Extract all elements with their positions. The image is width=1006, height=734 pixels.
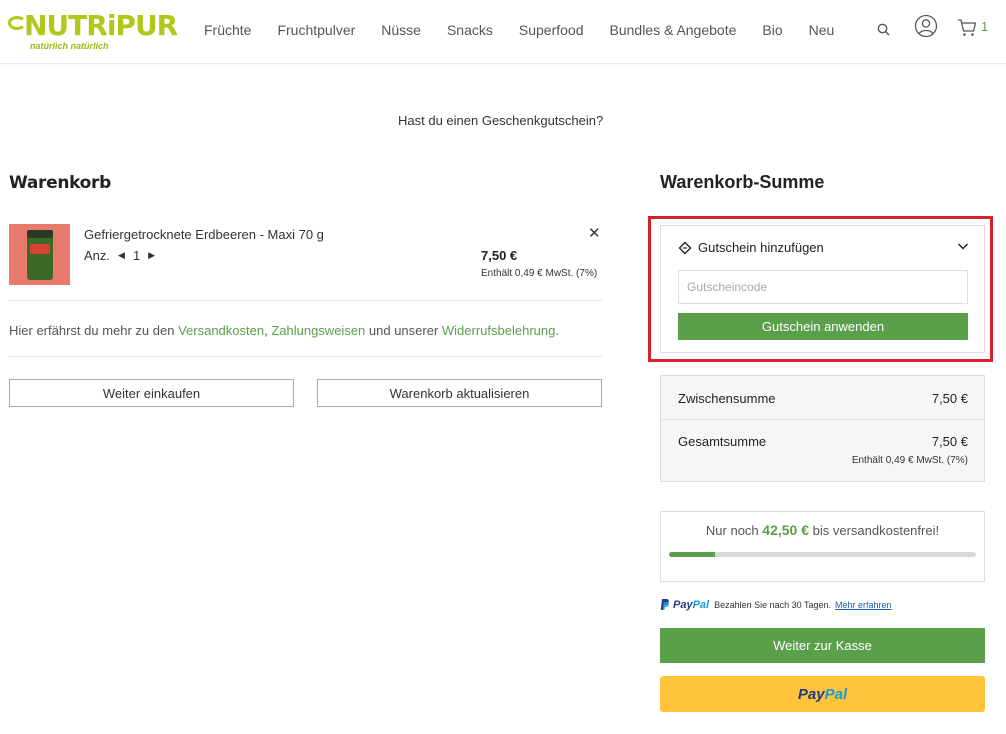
total-tax-note: Enthält 0,49 € MwSt. (7%): [851, 455, 968, 466]
divider: [9, 300, 602, 301]
paypal-button-pay: Pay: [797, 685, 825, 703]
chevron-down-icon[interactable]: [957, 241, 969, 251]
free-shipping-text: Nur noch 42,50 € bis versandkostenfrei!: [660, 522, 985, 538]
nav-item-fruchtpulver[interactable]: Fruchtpulver: [277, 22, 355, 38]
product-image[interactable]: [9, 224, 70, 285]
coupon-header-label: Gutschein hinzufügen: [698, 240, 824, 255]
item-tax-note: Enthält 0,49 € MwSt. (7%): [481, 268, 598, 279]
paypal-more-info-link[interactable]: Mehr erfahren: [835, 600, 892, 610]
summary-title: Warenkorb-Summe: [660, 172, 825, 192]
logo-wordmark: NUTRiPUR: [24, 9, 178, 42]
paypal-p-icon: [660, 599, 669, 610]
qty-value[interactable]: 1: [133, 248, 140, 263]
nav-item-snacks[interactable]: Snacks: [447, 22, 493, 38]
item-price: 7,50 €: [481, 248, 518, 263]
paypal-pay-text: Pay: [673, 598, 693, 611]
free-shipping-prefix: Nur noch: [705, 523, 759, 538]
nav-item-bio[interactable]: Bio: [762, 22, 782, 38]
divider: [9, 356, 602, 357]
qty-increase-icon[interactable]: ▶: [148, 250, 155, 261]
search-icon[interactable]: [876, 22, 892, 38]
tag-icon: [678, 241, 692, 254]
info-suffix: .: [555, 323, 559, 338]
totals-divider: [660, 419, 985, 420]
user-icon[interactable]: [914, 14, 938, 38]
logo-tagline: natürlich natürlich: [30, 41, 109, 51]
paypal-wordmark: PayPal: [673, 599, 709, 611]
nav-item-superfood[interactable]: Superfood: [519, 22, 584, 38]
checkout-button[interactable]: Weiter zur Kasse: [660, 628, 985, 663]
free-shipping-progress-fill: [669, 552, 716, 557]
qty-decrease-icon[interactable]: ◀: [118, 250, 125, 261]
info-prefix: Hier erfährst du mehr zu den: [9, 323, 179, 338]
payment-methods-link[interactable]: Zahlungsweisen: [271, 323, 365, 338]
nav-item-nuesse[interactable]: Nüsse: [381, 22, 421, 38]
product-bag-label-shape: [30, 244, 50, 254]
cart-title: Warenkorb: [9, 173, 112, 193]
info-mid: und unserer: [365, 323, 442, 338]
free-shipping-progress: [669, 552, 976, 557]
nav-item-bundles[interactable]: Bundles & Angebote: [610, 22, 737, 38]
subtotal-label: Zwischensumme: [678, 391, 776, 406]
product-bag-top-shape: [27, 230, 53, 238]
qty-label: Anz.: [84, 248, 111, 263]
site-header: NUTRiPUR natürlich natürlich Früchte Fru…: [0, 0, 1006, 64]
total-label: Gesamtsumme: [678, 434, 767, 449]
nav-item-neu[interactable]: Neu: [809, 22, 835, 38]
paypal-button-pal: Pal: [824, 685, 848, 703]
coupon-toggle[interactable]: Gutschein hinzufügen: [678, 240, 824, 255]
paypal-later-note: PayPal Bezahlen Sie nach 30 Tagen. Mehr …: [660, 598, 892, 611]
paypal-checkout-button[interactable]: Pay Pal: [660, 676, 985, 712]
shipping-costs-link[interactable]: Versandkosten: [178, 323, 264, 338]
remove-item-icon[interactable]: ✕: [588, 224, 601, 242]
product-name-link[interactable]: Gefriergetrocknete Erdbeeren - Maxi 70 g: [84, 227, 324, 242]
subtotal-value: 7,50 €: [931, 391, 968, 406]
main-nav: Früchte Fruchtpulver Nüsse Snacks Superf…: [204, 22, 860, 38]
cart-icon[interactable]: [957, 18, 977, 38]
continue-shopping-button[interactable]: Weiter einkaufen: [9, 379, 294, 407]
free-shipping-suffix: bis versandkostenfrei!: [812, 523, 940, 538]
gift-voucher-link[interactable]: Hast du einen Geschenkgutschein?: [398, 113, 603, 128]
brand-logo[interactable]: NUTRiPUR natürlich natürlich: [8, 8, 178, 54]
total-value: 7,50 €: [931, 434, 968, 449]
withdrawal-link[interactable]: Widerrufsbelehrung: [442, 323, 555, 338]
update-cart-button[interactable]: Warenkorb aktualisieren: [317, 379, 602, 407]
nav-item-fruechte[interactable]: Früchte: [204, 22, 251, 38]
paypal-pal-text: Pal: [692, 598, 710, 611]
coupon-code-input[interactable]: [678, 270, 968, 304]
cart-info-text: Hier erfährst du mehr zu den Versandkost…: [9, 323, 559, 338]
paypal-later-text: Bezahlen Sie nach 30 Tagen.: [714, 599, 832, 610]
free-shipping-amount: 42,50 €: [762, 522, 809, 538]
quantity-stepper: Anz. ◀ 1 ▶: [84, 248, 163, 263]
cart-count-badge[interactable]: 1: [981, 19, 988, 34]
apply-coupon-button[interactable]: Gutschein anwenden: [678, 313, 968, 340]
